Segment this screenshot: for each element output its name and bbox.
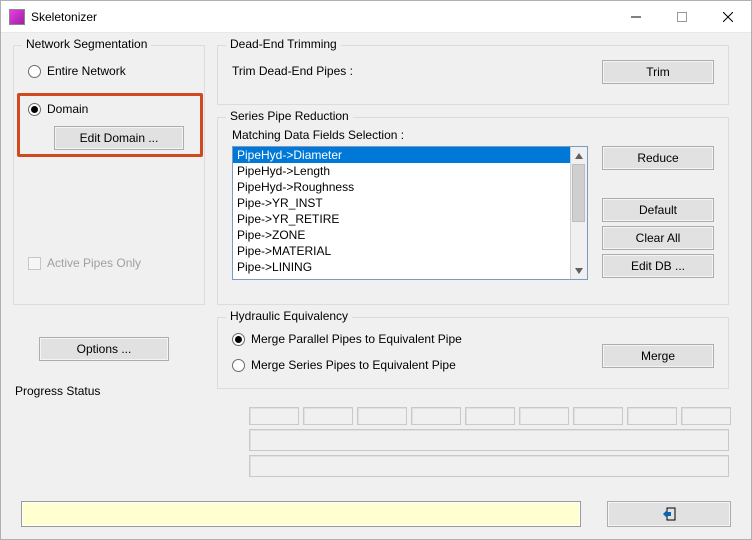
radio-indicator bbox=[232, 359, 245, 372]
scroll-up-icon[interactable] bbox=[570, 147, 587, 164]
checkbox-active-pipes-only: Active Pipes Only bbox=[28, 256, 141, 270]
radio-label: Merge Series Pipes to Equivalent Pipe bbox=[251, 358, 456, 372]
progress-cell bbox=[249, 407, 299, 425]
button-label: Trim bbox=[646, 65, 670, 79]
list-item[interactable]: Pipe->ZONE bbox=[233, 227, 570, 243]
options-button[interactable]: Options ... bbox=[39, 337, 169, 361]
trim-button[interactable]: Trim bbox=[602, 60, 714, 84]
radio-label: Merge Parallel Pipes to Equivalent Pipe bbox=[251, 332, 462, 346]
default-button[interactable]: Default bbox=[602, 198, 714, 222]
fields-label: Matching Data Fields Selection : bbox=[232, 128, 404, 142]
clear-all-button[interactable]: Clear All bbox=[602, 226, 714, 250]
group-caption: Network Segmentation bbox=[22, 37, 151, 51]
scrollbar[interactable] bbox=[570, 147, 587, 279]
scroll-down-icon[interactable] bbox=[570, 262, 587, 279]
checkbox-label: Active Pipes Only bbox=[47, 256, 141, 270]
button-label: Edit Domain ... bbox=[80, 131, 159, 145]
list-item[interactable]: PipeHyd->Diameter bbox=[233, 147, 570, 163]
listbox-data-fields[interactable]: PipeHyd->Diameter PipeHyd->Length PipeHy… bbox=[232, 146, 588, 280]
edit-db-button[interactable]: Edit DB ... bbox=[602, 254, 714, 278]
group-caption: Dead-End Trimming bbox=[226, 37, 341, 51]
radio-entire-network[interactable]: Entire Network bbox=[28, 64, 126, 78]
list-item[interactable]: Pipe->YR_RETIRE bbox=[233, 211, 570, 227]
group-network-segmentation: Network Segmentation Entire Network Doma… bbox=[13, 45, 205, 305]
window: Skeletonizer Network Segmentation Entire… bbox=[0, 0, 752, 540]
app-icon bbox=[9, 9, 25, 25]
progress-cell bbox=[411, 407, 461, 425]
window-title: Skeletonizer bbox=[31, 10, 613, 24]
progress-cell bbox=[519, 407, 569, 425]
scrollbar-thumb[interactable] bbox=[572, 164, 585, 222]
radio-merge-parallel[interactable]: Merge Parallel Pipes to Equivalent Pipe bbox=[232, 332, 462, 346]
group-progress-status: Progress Status bbox=[13, 393, 729, 481]
radio-label: Entire Network bbox=[47, 64, 126, 78]
progress-cell bbox=[681, 407, 731, 425]
exit-icon bbox=[660, 507, 678, 521]
maximize-button[interactable] bbox=[659, 1, 705, 32]
list-item[interactable]: PipeHyd->Roughness bbox=[233, 179, 570, 195]
edit-domain-button[interactable]: Edit Domain ... bbox=[54, 126, 184, 150]
group-series-pipe-reduction: Series Pipe Reduction Matching Data Fiel… bbox=[217, 117, 729, 305]
progress-bar-1 bbox=[249, 429, 729, 451]
group-caption: Progress Status bbox=[13, 384, 102, 398]
radio-label: Domain bbox=[47, 102, 88, 116]
button-label: Edit DB ... bbox=[631, 259, 685, 273]
radio-merge-series[interactable]: Merge Series Pipes to Equivalent Pipe bbox=[232, 358, 456, 372]
group-hydraulic-equivalency: Hydraulic Equivalency Merge Parallel Pip… bbox=[217, 317, 729, 389]
exit-button[interactable] bbox=[607, 501, 731, 527]
merge-button[interactable]: Merge bbox=[602, 344, 714, 368]
status-bar bbox=[21, 501, 581, 527]
trim-label: Trim Dead-End Pipes : bbox=[232, 64, 353, 78]
progress-cell bbox=[303, 407, 353, 425]
group-caption: Hydraulic Equivalency bbox=[226, 309, 352, 323]
button-label: Merge bbox=[641, 349, 675, 363]
progress-cell bbox=[627, 407, 677, 425]
button-label: Reduce bbox=[637, 151, 678, 165]
radio-domain[interactable]: Domain bbox=[28, 102, 88, 116]
progress-cell bbox=[465, 407, 515, 425]
progress-cell bbox=[357, 407, 407, 425]
titlebar: Skeletonizer bbox=[1, 1, 751, 33]
client-area: Network Segmentation Entire Network Doma… bbox=[1, 33, 751, 539]
list-item[interactable]: Pipe->MATERIAL bbox=[233, 243, 570, 259]
button-label: Clear All bbox=[636, 231, 681, 245]
progress-bar-2 bbox=[249, 455, 729, 477]
group-dead-end-trimming: Dead-End Trimming Trim Dead-End Pipes : … bbox=[217, 45, 729, 105]
progress-cell bbox=[573, 407, 623, 425]
reduce-button[interactable]: Reduce bbox=[602, 146, 714, 170]
button-label: Options ... bbox=[77, 342, 132, 356]
button-label: Default bbox=[639, 203, 677, 217]
progress-cells bbox=[249, 407, 731, 425]
radio-indicator bbox=[28, 65, 41, 78]
list-item[interactable]: PipeHyd->Length bbox=[233, 163, 570, 179]
checkbox-box bbox=[28, 257, 41, 270]
minimize-button[interactable] bbox=[613, 1, 659, 32]
radio-indicator bbox=[232, 333, 245, 346]
list-item[interactable]: Pipe->YR_INST bbox=[233, 195, 570, 211]
close-button[interactable] bbox=[705, 1, 751, 32]
listbox-items: PipeHyd->Diameter PipeHyd->Length PipeHy… bbox=[233, 147, 570, 279]
list-item[interactable]: Pipe->LINING bbox=[233, 259, 570, 275]
radio-indicator bbox=[28, 103, 41, 116]
group-caption: Series Pipe Reduction bbox=[226, 109, 353, 123]
